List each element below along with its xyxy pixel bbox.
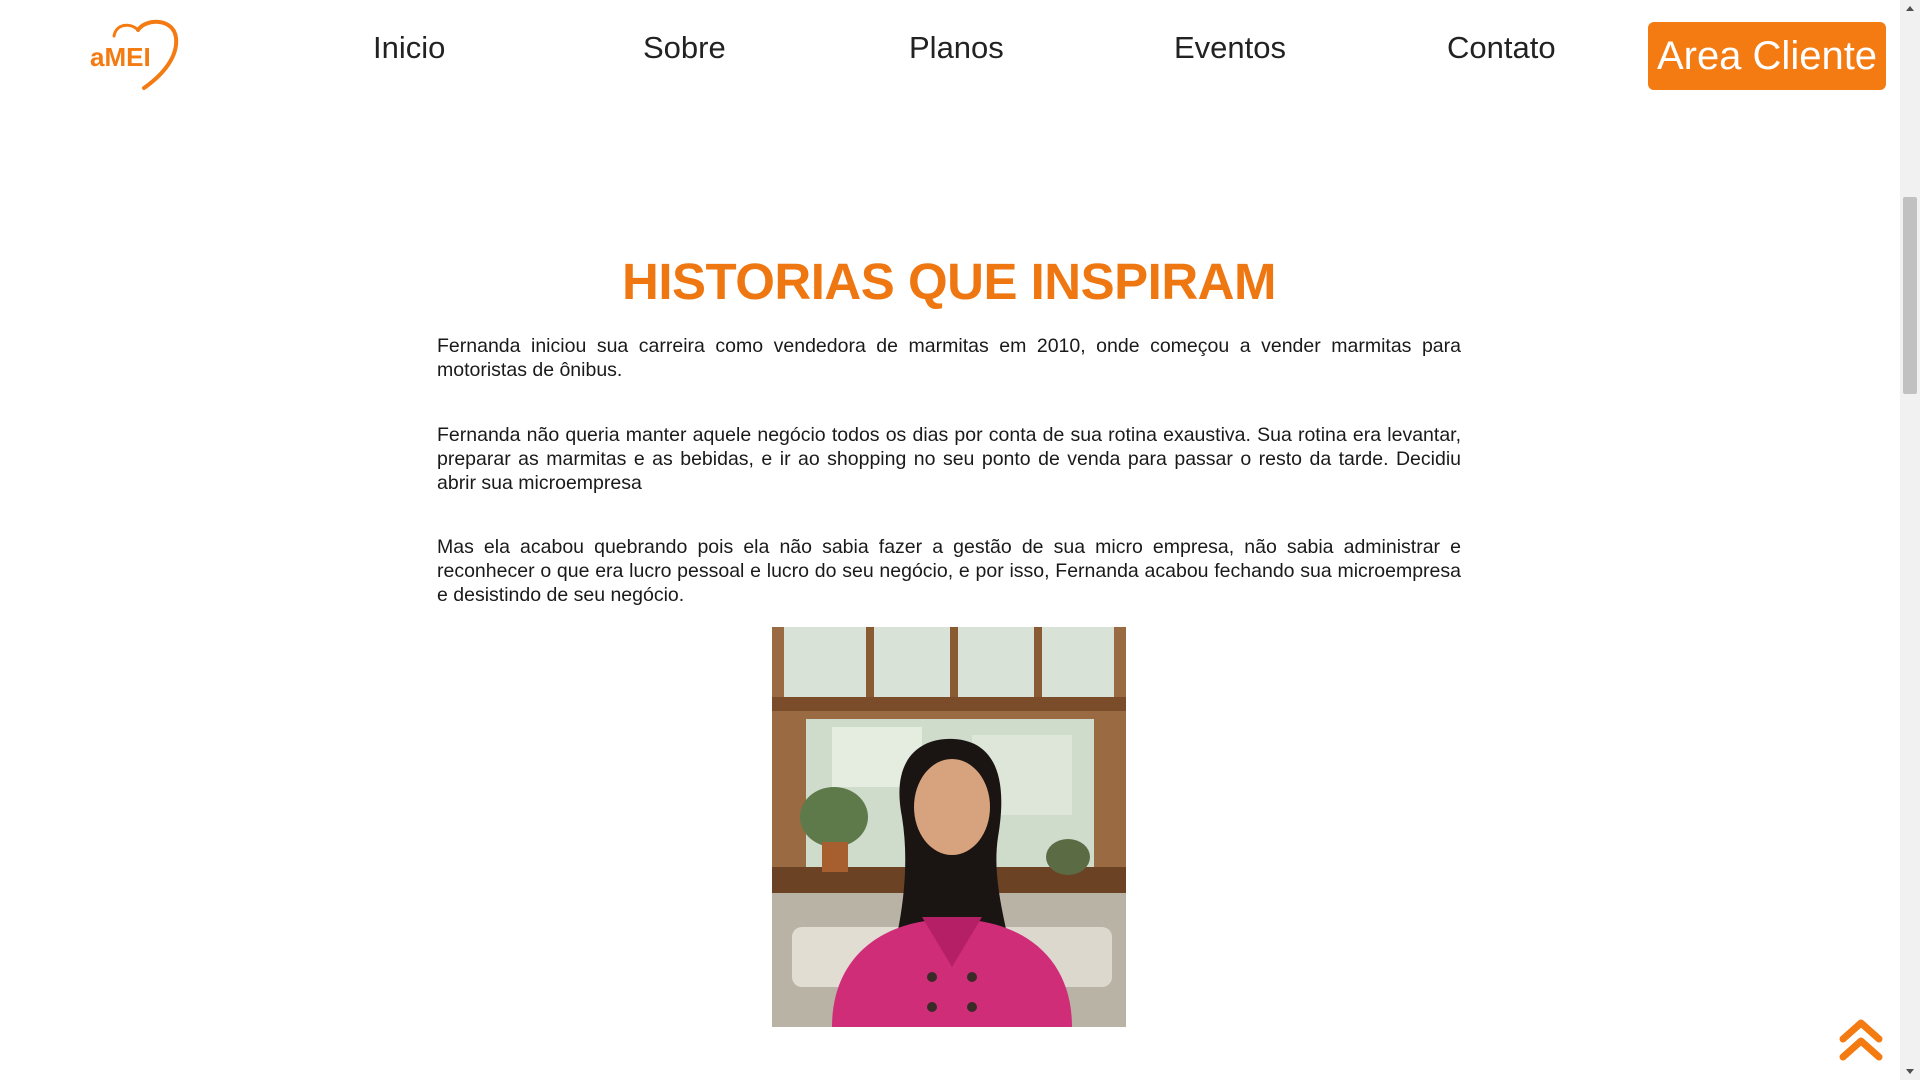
- nav-planos[interactable]: Planos: [909, 30, 1004, 66]
- vertical-scrollbar[interactable]: [1900, 0, 1920, 1080]
- arrow-down-icon: [1906, 1069, 1914, 1074]
- story-paragraph-2: Fernanda não queria manter aquele negóci…: [437, 424, 1461, 494]
- scrollbar-thumb[interactable]: [1903, 197, 1917, 394]
- fernanda-photo: [772, 627, 1126, 1027]
- scroll-up-button[interactable]: [1900, 0, 1920, 18]
- arrow-up-icon: [1906, 6, 1914, 11]
- story-paragraph-1: Fernanda iniciou sua carreira como vende…: [437, 335, 1461, 381]
- nav-sobre[interactable]: Sobre: [643, 30, 726, 66]
- nav-eventos[interactable]: Eventos: [1174, 30, 1286, 66]
- logo-text: aMEI: [90, 42, 151, 72]
- scroll-down-button[interactable]: [1900, 1062, 1920, 1080]
- header: aMEI Inicio Sobre Planos Eventos Contato…: [0, 0, 1900, 110]
- back-to-top-button[interactable]: [1838, 1017, 1884, 1063]
- area-cliente-button[interactable]: Area Cliente: [1648, 22, 1886, 90]
- page-title: HISTORIAS QUE INSPIRAM: [622, 253, 1276, 310]
- nav-inicio[interactable]: Inicio: [373, 30, 445, 66]
- story-paragraph-3: Mas ela acabou quebrando pois ela não sa…: [437, 536, 1461, 606]
- nav-contato[interactable]: Contato: [1447, 30, 1556, 66]
- amei-logo[interactable]: aMEI: [86, 16, 196, 96]
- double-chevron-up-icon: [1839, 1019, 1883, 1061]
